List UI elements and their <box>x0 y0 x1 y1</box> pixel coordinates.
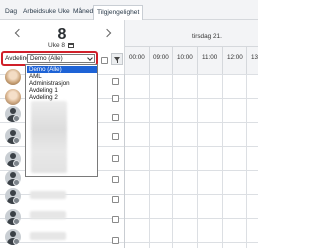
date-label: tirsdag 21. <box>192 33 222 40</box>
dropdown-option[interactable]: Demo (Alle) <box>27 66 97 73</box>
hour-divider <box>197 47 198 74</box>
dropdown-option[interactable]: Administrasjon <box>27 80 97 87</box>
row-checkbox[interactable] <box>112 78 119 85</box>
row-checkbox[interactable] <box>112 216 119 223</box>
grid-line <box>0 242 258 243</box>
dropdown-options-redacted <box>31 101 67 173</box>
chevron-right-icon[interactable] <box>104 29 112 37</box>
user-avatar-icon[interactable] <box>5 89 21 105</box>
hour-label: 12:00 <box>227 54 243 61</box>
user-avatar-icon[interactable] <box>5 188 21 204</box>
tab-availability[interactable]: Tilgjengelighet <box>93 5 144 20</box>
dropdown-option[interactable]: AML <box>27 73 97 80</box>
tab-work-week[interactable]: Arbeidsuke <box>20 5 59 20</box>
dropdown-option[interactable]: Avdeling 2 <box>27 94 97 101</box>
row-checkbox[interactable] <box>112 155 119 162</box>
week-label[interactable]: Uke 8 <box>48 42 74 49</box>
calendar-icon[interactable] <box>67 42 74 48</box>
hour-label: 11:00 <box>202 54 218 61</box>
grid-line <box>197 74 198 248</box>
grid-line <box>172 74 173 248</box>
column-divider <box>124 74 125 248</box>
grid-line <box>246 74 247 248</box>
user-avatar-icon[interactable] <box>5 151 21 167</box>
user-avatar-icon[interactable] <box>5 106 21 122</box>
row-checkbox[interactable] <box>112 114 119 121</box>
department-select[interactable]: Demo (Alle) <box>27 54 95 63</box>
chevron-down-icon <box>87 55 93 61</box>
view-tab-bar: Dag Arbeidsuke Uke Måned Tilgjengelighet <box>0 0 258 20</box>
dropdown-option[interactable]: Avdeling 1 <box>27 87 97 94</box>
week-label-text: Uke 8 <box>48 42 65 49</box>
tab-day[interactable]: Dag <box>2 5 20 20</box>
user-avatar-icon[interactable] <box>5 128 21 144</box>
row-checkbox[interactable] <box>112 133 119 140</box>
user-avatar-icon[interactable] <box>5 69 21 85</box>
row-checkbox[interactable] <box>112 176 119 183</box>
hour-divider <box>172 47 173 74</box>
hour-label: 13 <box>251 54 259 61</box>
department-select-value: Demo (Alle) <box>30 55 63 62</box>
chevron-left-icon[interactable] <box>14 29 22 37</box>
hour-label: 09:00 <box>153 54 169 61</box>
employee-name-redacted <box>30 211 66 219</box>
grid-line <box>149 74 150 248</box>
hour-label: 10:00 <box>177 54 193 61</box>
row-checkbox[interactable] <box>112 196 119 203</box>
hour-label: 00:00 <box>129 54 145 61</box>
grid-line <box>222 74 223 248</box>
filter-icon[interactable] <box>111 53 123 65</box>
user-avatar-icon[interactable] <box>5 229 21 245</box>
department-dropdown-list: Demo (Alle) AML Administrasjon Avdeling … <box>25 64 98 177</box>
hour-divider <box>222 47 223 74</box>
employee-name-redacted <box>30 232 66 240</box>
row-checkbox[interactable] <box>112 95 119 102</box>
select-all-checkbox[interactable] <box>101 57 108 64</box>
employee-name-redacted <box>30 191 66 199</box>
hour-divider <box>246 47 247 74</box>
user-avatar-icon[interactable] <box>5 170 21 186</box>
row-checkbox[interactable] <box>112 237 119 244</box>
hour-divider <box>149 47 150 74</box>
user-avatar-icon[interactable] <box>5 209 21 225</box>
